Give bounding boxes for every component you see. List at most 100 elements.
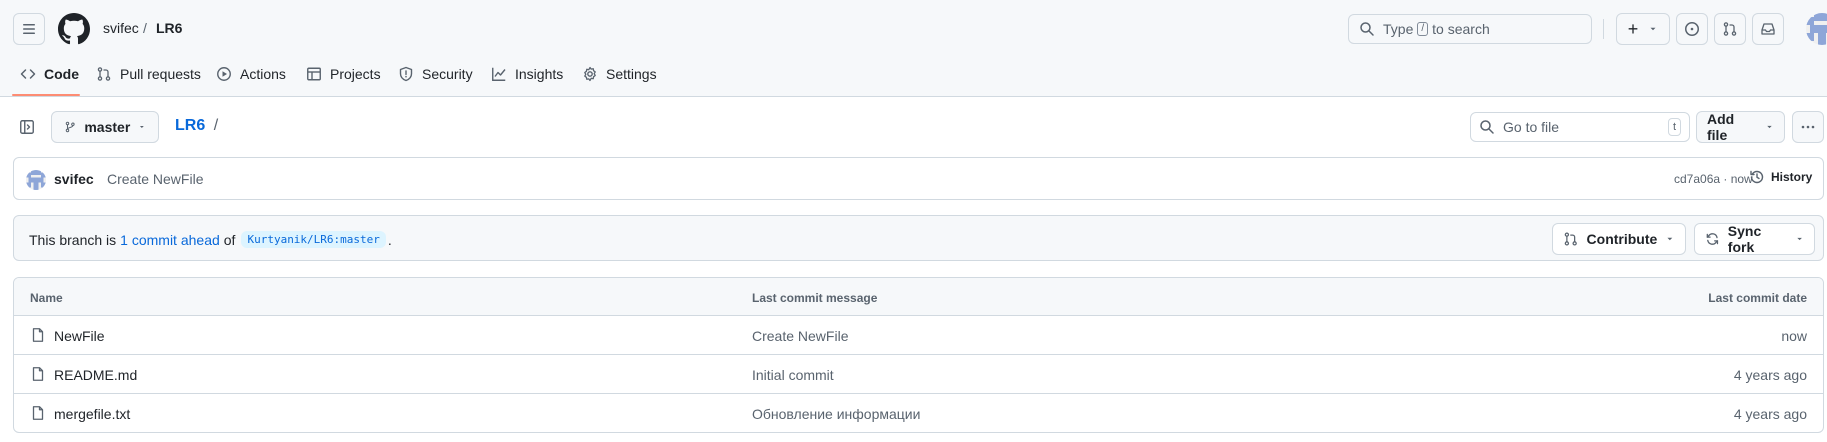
ahead-prefix: This branch is [29,231,117,248]
tab-security[interactable]: Security [398,62,473,86]
gear-icon [584,66,596,82]
hamburger-icon [23,24,35,34]
search-suffix-text: to search [1432,21,1490,37]
triangle-down-icon [1650,27,1656,31]
file-commit-message-link[interactable]: Create NewFile [752,328,848,344]
sync-fork-button[interactable]: Sync fork [1694,223,1815,255]
sidebar-expand-icon [20,120,34,134]
column-header-message: Last commit message [752,291,878,305]
user-avatar[interactable] [1806,13,1827,45]
active-tab-indicator [12,94,80,96]
breadcrumb: LR6 / [175,117,218,135]
go-to-file-shortcut: t [1667,118,1681,136]
tab-label: Actions [240,66,286,82]
tab-label: Insights [515,66,564,82]
tab-projects[interactable]: Projects [306,62,381,86]
file-commit-date: now [1781,328,1807,344]
git-pull-request-icon [1723,22,1737,36]
git-branch-icon [65,121,75,133]
history-icon [1750,170,1764,184]
identicon-icon [1806,13,1827,45]
commits-ahead-link[interactable]: 1 commit ahead [120,232,220,248]
issue-opened-icon [1685,22,1699,36]
search-shortcut-key: / [1417,22,1429,36]
branch-select-button[interactable]: master [51,111,159,143]
file-icon [32,367,44,381]
file-commit-date: 4 years ago [1733,367,1807,383]
owner-repo-separator: / [143,20,147,36]
header-divider [1603,19,1604,39]
breadcrumb-repo-link[interactable]: LR6 [175,117,205,134]
commit-message-link[interactable]: Create NewFile [107,171,203,187]
git-pull-request-icon [1564,232,1577,246]
kebab-horizontal-icon [1801,125,1815,129]
inbox-button[interactable] [1752,13,1784,45]
shield-icon [399,66,413,82]
tab-actions[interactable]: Actions [216,62,286,86]
file-commit-message-link[interactable]: Initial commit [752,367,834,383]
global-header: svifec / LR6 Type / to search + Code Pul… [0,0,1827,97]
table-row[interactable]: NewFile Create NewFile now [14,316,1823,355]
graph-icon [492,67,506,81]
tab-insights[interactable]: Insights [491,62,563,86]
commit-hash-time[interactable]: cd7a06a · now [1674,172,1753,186]
table-row[interactable]: mergefile.txt Обновление информации 4 ye… [14,394,1823,432]
go-to-file-input[interactable]: Go to file t [1470,112,1690,142]
file-name-link[interactable]: README.md [54,367,137,383]
history-button[interactable]: History [1749,169,1812,185]
file-icon [32,406,44,420]
identicon-icon [26,170,46,190]
file-name-link[interactable]: mergefile.txt [54,406,130,422]
repo-owner-link[interactable]: svifec [103,20,139,36]
tab-label: Security [422,66,473,82]
issues-button[interactable] [1676,13,1708,45]
table-icon [307,67,321,81]
file-icon [32,328,44,342]
pull-requests-button[interactable] [1714,13,1746,45]
ahead-of-text: of [223,231,236,248]
branch-ahead-banner: This branch is 1 commit ahead of Kurtyan… [13,215,1824,261]
repo-name-link[interactable]: LR6 [156,20,182,36]
tab-label: Code [44,66,79,82]
github-logo-icon[interactable] [58,13,90,45]
go-to-file-placeholder: Go to file [1503,119,1560,135]
search-icon [1360,22,1374,36]
global-search-input[interactable]: Type / to search [1348,14,1592,44]
inbox-icon [1761,23,1775,35]
triangle-down-icon [1767,125,1772,129]
triangle-down-icon [1797,237,1802,241]
branch-name: master [84,119,131,135]
file-name-link[interactable]: NewFile [54,328,105,344]
git-pull-request-icon [97,67,111,81]
history-label: History [1771,170,1813,184]
author-avatar[interactable] [26,170,46,190]
sidebar-expand-button[interactable] [19,119,35,135]
sync-fork-label: Sync fork [1727,223,1762,255]
triangle-down-icon [140,126,145,128]
add-file-button[interactable]: Add file [1696,111,1785,143]
hamburger-menu-button[interactable] [13,13,45,45]
tab-label: Projects [330,66,381,82]
tab-label: Pull requests [120,66,201,82]
column-header-name: Name [30,291,63,305]
upstream-ref[interactable]: Kurtyanik/LR6:master [241,231,386,248]
contribute-button[interactable]: Contribute [1552,223,1686,255]
sync-icon [1706,233,1719,245]
triangle-down-icon [1667,237,1673,241]
file-commit-message-link[interactable]: Обновление информации [752,406,920,422]
add-file-label: Add file [1707,111,1735,143]
file-table: Name Last commit message Last commit dat… [13,277,1824,433]
breadcrumb-separator: / [213,117,219,134]
tab-pull-requests[interactable]: Pull requests [96,62,201,86]
contribute-label: Contribute [1586,231,1658,247]
table-row[interactable]: README.md Initial commit 4 years ago [14,355,1823,394]
search-prefix-text: Type [1383,21,1414,37]
more-options-button[interactable] [1792,111,1824,143]
latest-commit-bar: svifec Create NewFile cd7a06a · now Hist… [13,157,1824,200]
play-icon [217,67,231,81]
branch-ahead-text: This branch is 1 commit ahead of Kurtyan… [29,231,392,248]
tab-settings[interactable]: Settings [582,62,657,86]
create-new-button[interactable]: + [1616,13,1670,45]
tab-code[interactable]: Code [20,62,79,86]
commit-author-link[interactable]: svifec [54,171,94,187]
